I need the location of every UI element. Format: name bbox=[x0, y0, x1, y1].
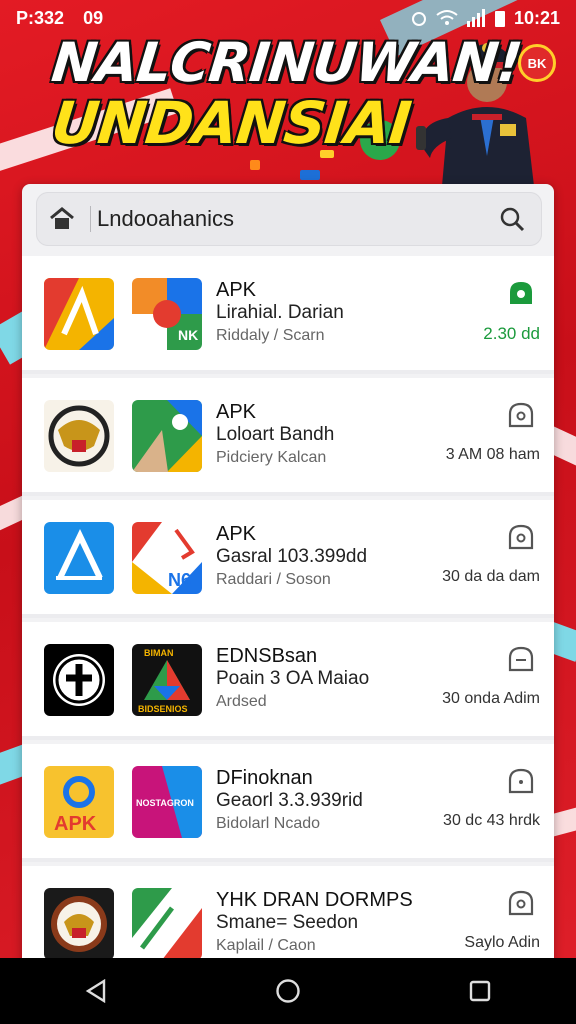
app-meta: 30 da da dam bbox=[442, 568, 540, 585]
app-icon bbox=[44, 888, 114, 960]
list-item[interactable]: APK NOSTAGRON DFinoknan Geaorl 3.3.939ri… bbox=[22, 744, 554, 862]
list-item[interactable]: NK APK Lirahial. Darian Riddaly / Scarn … bbox=[22, 256, 554, 374]
headline-line-2: UNDANSIAI bbox=[48, 89, 414, 157]
headline-line-1: NALCRINUWAN! bbox=[48, 31, 525, 94]
status-extra: 09 bbox=[83, 7, 104, 28]
app-title: APK bbox=[216, 523, 257, 545]
app-title: EDNSBsan bbox=[216, 645, 318, 667]
app-subtitle: Smane= Seedon bbox=[216, 912, 359, 933]
home-icon[interactable] bbox=[48, 205, 76, 233]
chat-icon[interactable] bbox=[506, 888, 536, 918]
signal-icon bbox=[466, 9, 485, 27]
search-input[interactable]: Lndooahanics bbox=[97, 206, 498, 232]
app-title: APK bbox=[216, 401, 257, 423]
app-subtitle: Gasral 103.399dd bbox=[216, 546, 368, 567]
brand-logo: BK bbox=[518, 44, 556, 82]
app-icon: NOSTAGRON bbox=[132, 766, 202, 838]
download-icon[interactable] bbox=[506, 278, 536, 308]
chat-icon[interactable] bbox=[506, 644, 536, 674]
app-title: DFinoknan bbox=[216, 767, 313, 789]
app-list-card: Lndooahanics NK APK Lirahial. Darian Rid… bbox=[22, 184, 554, 974]
app-detail: Raddari / Soson bbox=[216, 571, 331, 588]
svg-text:APK: APK bbox=[54, 813, 97, 835]
app-subtitle: Geaorl 3.3.939rid bbox=[216, 790, 363, 811]
app-icon bbox=[44, 400, 114, 472]
svg-text:N6: N6 bbox=[168, 570, 191, 590]
app-detail: Pidciery Kalcan bbox=[216, 449, 327, 466]
app-meta: 3 AM 08 ham bbox=[445, 446, 540, 463]
app-detail: Riddaly / Scarn bbox=[216, 327, 325, 344]
wifi-icon bbox=[436, 10, 458, 25]
svg-text:BIMAN: BIMAN bbox=[144, 648, 174, 658]
app-detail: Kaplail / Caon bbox=[216, 937, 316, 954]
app-subtitle: Lirahial. Darian bbox=[216, 302, 344, 323]
app-icon bbox=[44, 644, 114, 716]
system-nav-bar bbox=[0, 958, 576, 1024]
app-icon: N6 bbox=[132, 522, 202, 594]
alarm-icon bbox=[411, 12, 426, 26]
app-icon bbox=[44, 278, 114, 350]
app-icon bbox=[44, 522, 114, 594]
list-item[interactable]: BIMAN BIDSENIOS EDNSBsan Poain 3 OA Maia… bbox=[22, 622, 554, 740]
app-icon: NK bbox=[132, 278, 202, 350]
app-subtitle: Poain 3 OA Maiao bbox=[216, 668, 370, 689]
search-bar[interactable]: Lndooahanics bbox=[36, 192, 542, 246]
list-item[interactable]: N6 APK Gasral 103.399dd Raddari / Soson … bbox=[22, 500, 554, 618]
app-detail: Ardsed bbox=[216, 693, 267, 710]
app-meta: 2.30 dd bbox=[483, 324, 540, 343]
home-button[interactable] bbox=[258, 966, 318, 1016]
chat-icon[interactable] bbox=[506, 400, 536, 430]
svg-text:BIDSENIOS: BIDSENIOS bbox=[138, 704, 188, 714]
home-circle-icon[interactable] bbox=[275, 978, 301, 1004]
svg-text:NK: NK bbox=[178, 327, 198, 343]
chat-icon[interactable] bbox=[506, 766, 536, 796]
list-item[interactable]: APK Loloart Bandh Pidciery Kalcan 3 AM 0… bbox=[22, 378, 554, 496]
battery-icon bbox=[494, 11, 505, 27]
app-icon: BIMAN BIDSENIOS bbox=[132, 644, 202, 716]
svg-text:NOSTAGRON: NOSTAGRON bbox=[136, 798, 194, 808]
promo-headline: NALCRINUWAN! UNDANSIAI bbox=[48, 31, 525, 157]
app-icon: APK bbox=[44, 766, 114, 838]
app-icon bbox=[132, 888, 202, 960]
app-meta: 30 dc 43 hrdk bbox=[443, 812, 540, 829]
app-title: YHK DRAN DORMPS bbox=[216, 889, 413, 911]
status-time: P:332 bbox=[16, 7, 65, 28]
back-button[interactable] bbox=[66, 966, 126, 1016]
app-title: APK bbox=[216, 279, 257, 301]
app-meta: Saylo Adin bbox=[464, 934, 540, 951]
status-clock: 10:21 bbox=[513, 7, 560, 28]
recents-button[interactable] bbox=[450, 966, 510, 1016]
search-icon[interactable] bbox=[498, 205, 526, 233]
app-meta: 30 onda Adim bbox=[442, 690, 540, 707]
app-subtitle: Loloart Bandh bbox=[216, 424, 335, 445]
back-icon[interactable] bbox=[85, 979, 107, 1003]
app-detail: Bidolarl Ncado bbox=[216, 815, 321, 832]
chat-icon[interactable] bbox=[506, 522, 536, 552]
recents-icon[interactable] bbox=[468, 979, 492, 1003]
app-icon bbox=[132, 400, 202, 472]
